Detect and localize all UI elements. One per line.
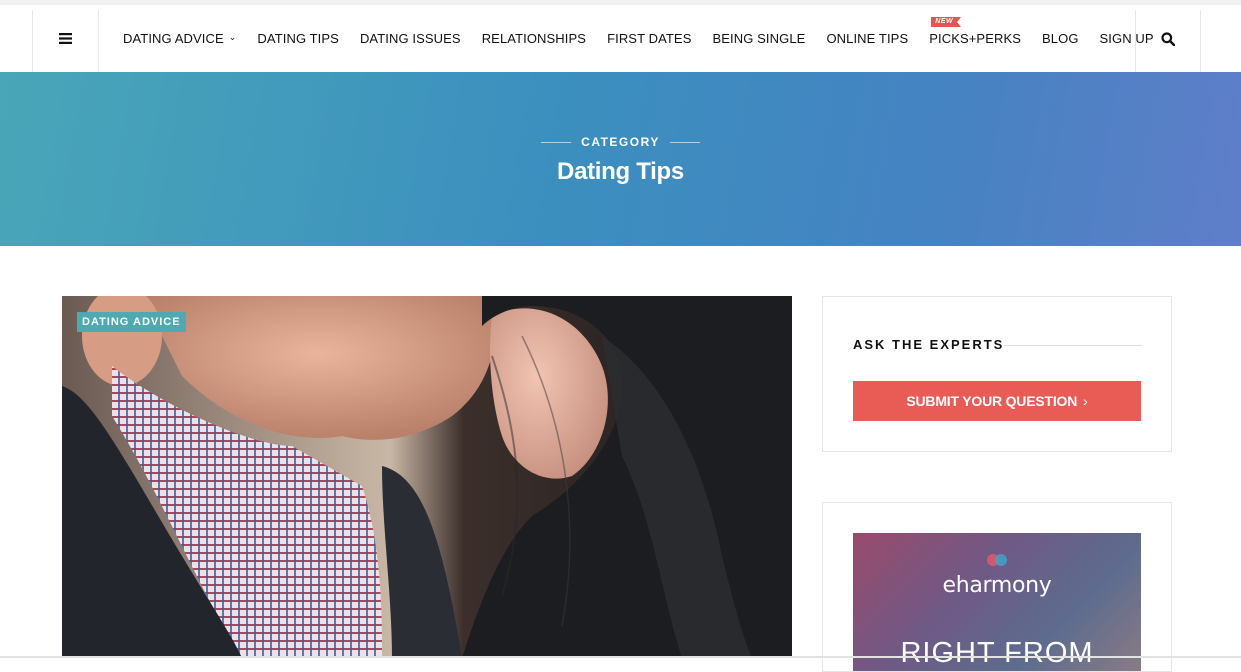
nav-label: PICKS+PERKS [929,31,1021,46]
submit-question-button[interactable]: SUBMIT YOUR QUESTION › [853,381,1141,421]
nav-item-blog[interactable]: BLOG [1042,31,1079,46]
category-kicker: CATEGORY [581,135,660,149]
category-kicker-row: CATEGORY [0,135,1241,149]
search-button[interactable] [1136,5,1200,72]
nav-label: BLOG [1042,31,1079,46]
ad-brand: eharmony [942,573,1052,598]
ask-experts-widget: ASK THE EXPERTS SUBMIT YOUR QUESTION › [822,296,1172,452]
nav-label: DATING ISSUES [359,31,461,46]
widget-title: ASK THE EXPERTS [853,337,1005,352]
nav-label: RELATIONSHIPS [481,31,587,46]
nav-label: BEING SINGLE [712,31,806,46]
eharmony-ad-banner[interactable]: eharmony RIGHT FROM [853,533,1141,671]
page-title: Dating Tips [557,158,684,185]
nav-item-relationships[interactable]: RELATIONSHIPS [482,31,586,46]
divider [98,10,99,77]
category-hero: CATEGORY Dating Tips [0,72,1241,246]
button-label: SUBMIT YOUR QUESTION [906,393,1078,409]
nav-item-online-tips[interactable]: ONLINE TIPS [826,31,908,46]
nav-item-dating-advice[interactable]: DATING ADVICE ⌄ [123,31,236,46]
hamburger-menu-icon [59,33,72,44]
couple-photo [62,296,792,658]
nav-label: FIRST DATES [607,31,692,46]
search-icon [1161,31,1175,46]
eharmony-logo-icon [853,553,1141,567]
nav-item-being-single[interactable]: BEING SINGLE [712,31,805,46]
nav-item-dating-tips[interactable]: DATING TIPS [257,31,339,46]
divider [541,141,572,143]
new-badge: NEW [931,17,961,27]
chevron-right-icon: › [1083,393,1088,409]
ad-headline: RIGHT FROM [900,637,1094,669]
chevron-down-icon: ⌄ [228,32,237,42]
main-nav: DATING ADVICE ⌄ DATING TIPS DATING ISSUE… [123,5,1175,72]
nav-item-picks-perks[interactable]: NEW PICKS+PERKS [929,17,1021,46]
divider [1004,345,1142,346]
divider [669,141,700,143]
nav-label: DATING ADVICE [123,31,224,46]
ad-widget: eharmony RIGHT FROM [822,502,1172,672]
nav-item-first-dates[interactable]: FIRST DATES [607,31,691,46]
featured-post-image[interactable]: DATING ADVICE [62,296,792,658]
nav-item-dating-issues[interactable]: DATING ISSUES [360,31,461,46]
category-tag[interactable]: DATING ADVICE [77,312,186,332]
divider [1200,10,1201,77]
nav-label: DATING TIPS [257,31,339,46]
menu-button[interactable] [33,5,98,72]
nav-label: ONLINE TIPS [826,31,909,46]
